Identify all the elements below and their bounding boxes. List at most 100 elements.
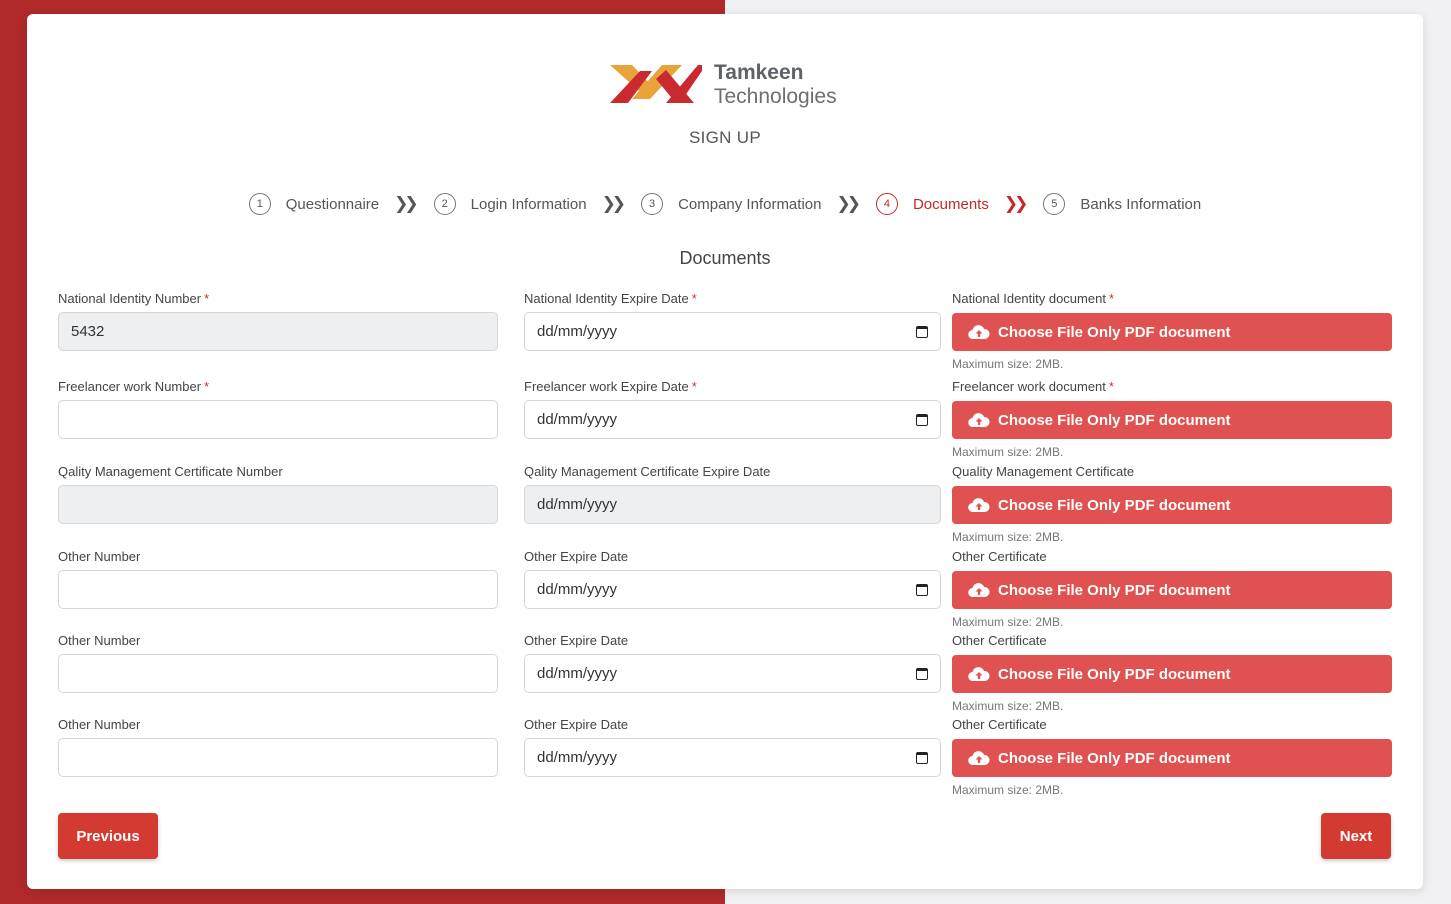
step-banks-information[interactable]: 5 Banks Information [1043,193,1201,215]
step-label: Documents [912,195,989,213]
date-placeholder: dd/mm/yyyy [537,749,618,766]
chevrons-right-icon: ❯❯ [836,194,860,213]
max-size-hint: Maximum size: 2MB. [952,615,1064,629]
required-asterisk: * [204,379,210,394]
max-size-hint: Maximum size: 2MB. [952,445,1064,459]
document-label: Other Certificate [952,717,1047,732]
choose-file-button[interactable]: Choose File Only PDF document [952,571,1392,609]
choose-file-button[interactable]: Choose File Only PDF document [952,401,1392,439]
expire-date-input[interactable]: dd/mm/yyyy [524,738,941,777]
max-size-hint: Maximum size: 2MB. [952,783,1064,797]
chevrons-right-icon: ❯❯ [1003,194,1028,213]
step-number: 5 [1043,193,1066,215]
previous-button[interactable]: Previous [58,813,158,859]
expire-date-input[interactable]: dd/mm/yyyy [524,312,941,351]
step-documents[interactable]: 4 Documents [875,193,989,215]
tamkeen-logo-mark-icon [610,65,702,103]
step-number: 2 [433,193,456,215]
expire-date-input[interactable]: dd/mm/yyyy [524,400,941,439]
choose-file-label: Choose File Only PDF document [998,411,1231,429]
step-number: 1 [248,193,271,215]
logo-text-line1: Tamkeen [714,61,804,84]
cloud-upload-icon [968,498,990,513]
number-label: Other Number [58,633,141,648]
expire-date-input[interactable]: dd/mm/yyyy [524,570,941,609]
number-input[interactable] [58,400,498,439]
step-label: Questionnaire [285,195,380,213]
max-size-hint: Maximum size: 2MB. [952,530,1064,544]
number-label: Other Number [58,549,141,564]
cloud-upload-icon [968,667,990,682]
required-asterisk: * [691,291,697,306]
expire-date-label: Other Expire Date [524,717,629,732]
number-input[interactable] [58,738,498,777]
document-label: Quality Management Certificate [952,464,1135,479]
calendar-icon[interactable] [916,583,928,596]
required-asterisk: * [1108,379,1114,394]
step-login-information[interactable]: 2 Login Information [433,193,587,215]
date-placeholder: dd/mm/yyyy [537,323,618,340]
expire-date-label: National Identity Expire Date * [524,291,697,306]
expire-date-label: Qality Management Certificate Expire Dat… [524,464,771,479]
number-label: Other Number [58,717,141,732]
tamkeen-logo: Tamkeen Technologies [610,61,850,111]
choose-file-label: Choose File Only PDF document [998,581,1231,599]
expire-date-input[interactable]: dd/mm/yyyy [524,485,941,524]
expire-date-label: Freelancer work Expire Date * [524,379,697,394]
cloud-upload-icon [968,325,990,340]
step-number: 4 [875,193,898,215]
number-input[interactable] [58,654,498,693]
number-label: Freelancer work Number * [58,379,210,394]
expire-date-input[interactable]: dd/mm/yyyy [524,654,941,693]
expire-date-label: Other Expire Date [524,549,629,564]
date-placeholder: dd/mm/yyyy [537,665,618,682]
required-asterisk: * [204,291,210,306]
required-asterisk: * [1108,291,1114,306]
number-input[interactable] [58,570,498,609]
step-label: Banks Information [1080,195,1202,213]
number-label: National Identity Number * [58,291,210,306]
step-label: Login Information [470,195,587,213]
cloud-upload-icon [968,751,990,766]
calendar-icon[interactable] [916,413,928,426]
date-placeholder: dd/mm/yyyy [537,581,618,598]
number-label: Qality Management Certificate Number [58,464,283,479]
step-questionnaire[interactable]: 1 Questionnaire [248,193,380,215]
cloud-upload-icon [968,413,990,428]
signup-card: Tamkeen Technologies SIGN UP 1 Questionn… [27,14,1423,889]
chevrons-right-icon: ❯❯ [394,194,418,213]
document-label: Freelancer work document * [952,379,1114,394]
date-placeholder: dd/mm/yyyy [537,496,618,513]
choose-file-label: Choose File Only PDF document [998,665,1231,683]
step-label: Company Information [678,195,822,213]
calendar-icon[interactable] [916,667,928,680]
step-number: 3 [641,193,664,215]
stepper: 1 Questionnaire ❯❯ 2 Login Information ❯… [27,192,1423,216]
choose-file-button[interactable]: Choose File Only PDF document [952,655,1392,693]
expire-date-label: Other Expire Date [524,633,629,648]
required-asterisk: * [691,379,697,394]
logo-text-line2: Technologies [714,85,837,108]
next-button[interactable]: Next [1321,813,1391,859]
calendar-icon[interactable] [916,325,928,338]
max-size-hint: Maximum size: 2MB. [952,357,1064,371]
max-size-hint: Maximum size: 2MB. [952,699,1064,713]
document-label: Other Certificate [952,549,1047,564]
choose-file-button[interactable]: Choose File Only PDF document [952,313,1392,351]
step-company-information[interactable]: 3 Company Information [641,193,821,215]
choose-file-label: Choose File Only PDF document [998,496,1231,514]
date-placeholder: dd/mm/yyyy [537,411,618,428]
document-label: National Identity document * [952,291,1114,306]
choose-file-label: Choose File Only PDF document [998,749,1231,767]
page-title: SIGN UP [688,128,761,147]
number-input[interactable] [58,485,498,524]
choose-file-button[interactable]: Choose File Only PDF document [952,739,1392,777]
cloud-upload-icon [968,583,990,598]
section-title: Documents [679,248,771,268]
chevrons-right-icon: ❯❯ [601,194,626,213]
number-input[interactable] [58,312,498,351]
document-label: Other Certificate [952,633,1047,648]
choose-file-label: Choose File Only PDF document [998,323,1231,341]
choose-file-button[interactable]: Choose File Only PDF document [952,486,1392,524]
calendar-icon[interactable] [916,751,928,764]
